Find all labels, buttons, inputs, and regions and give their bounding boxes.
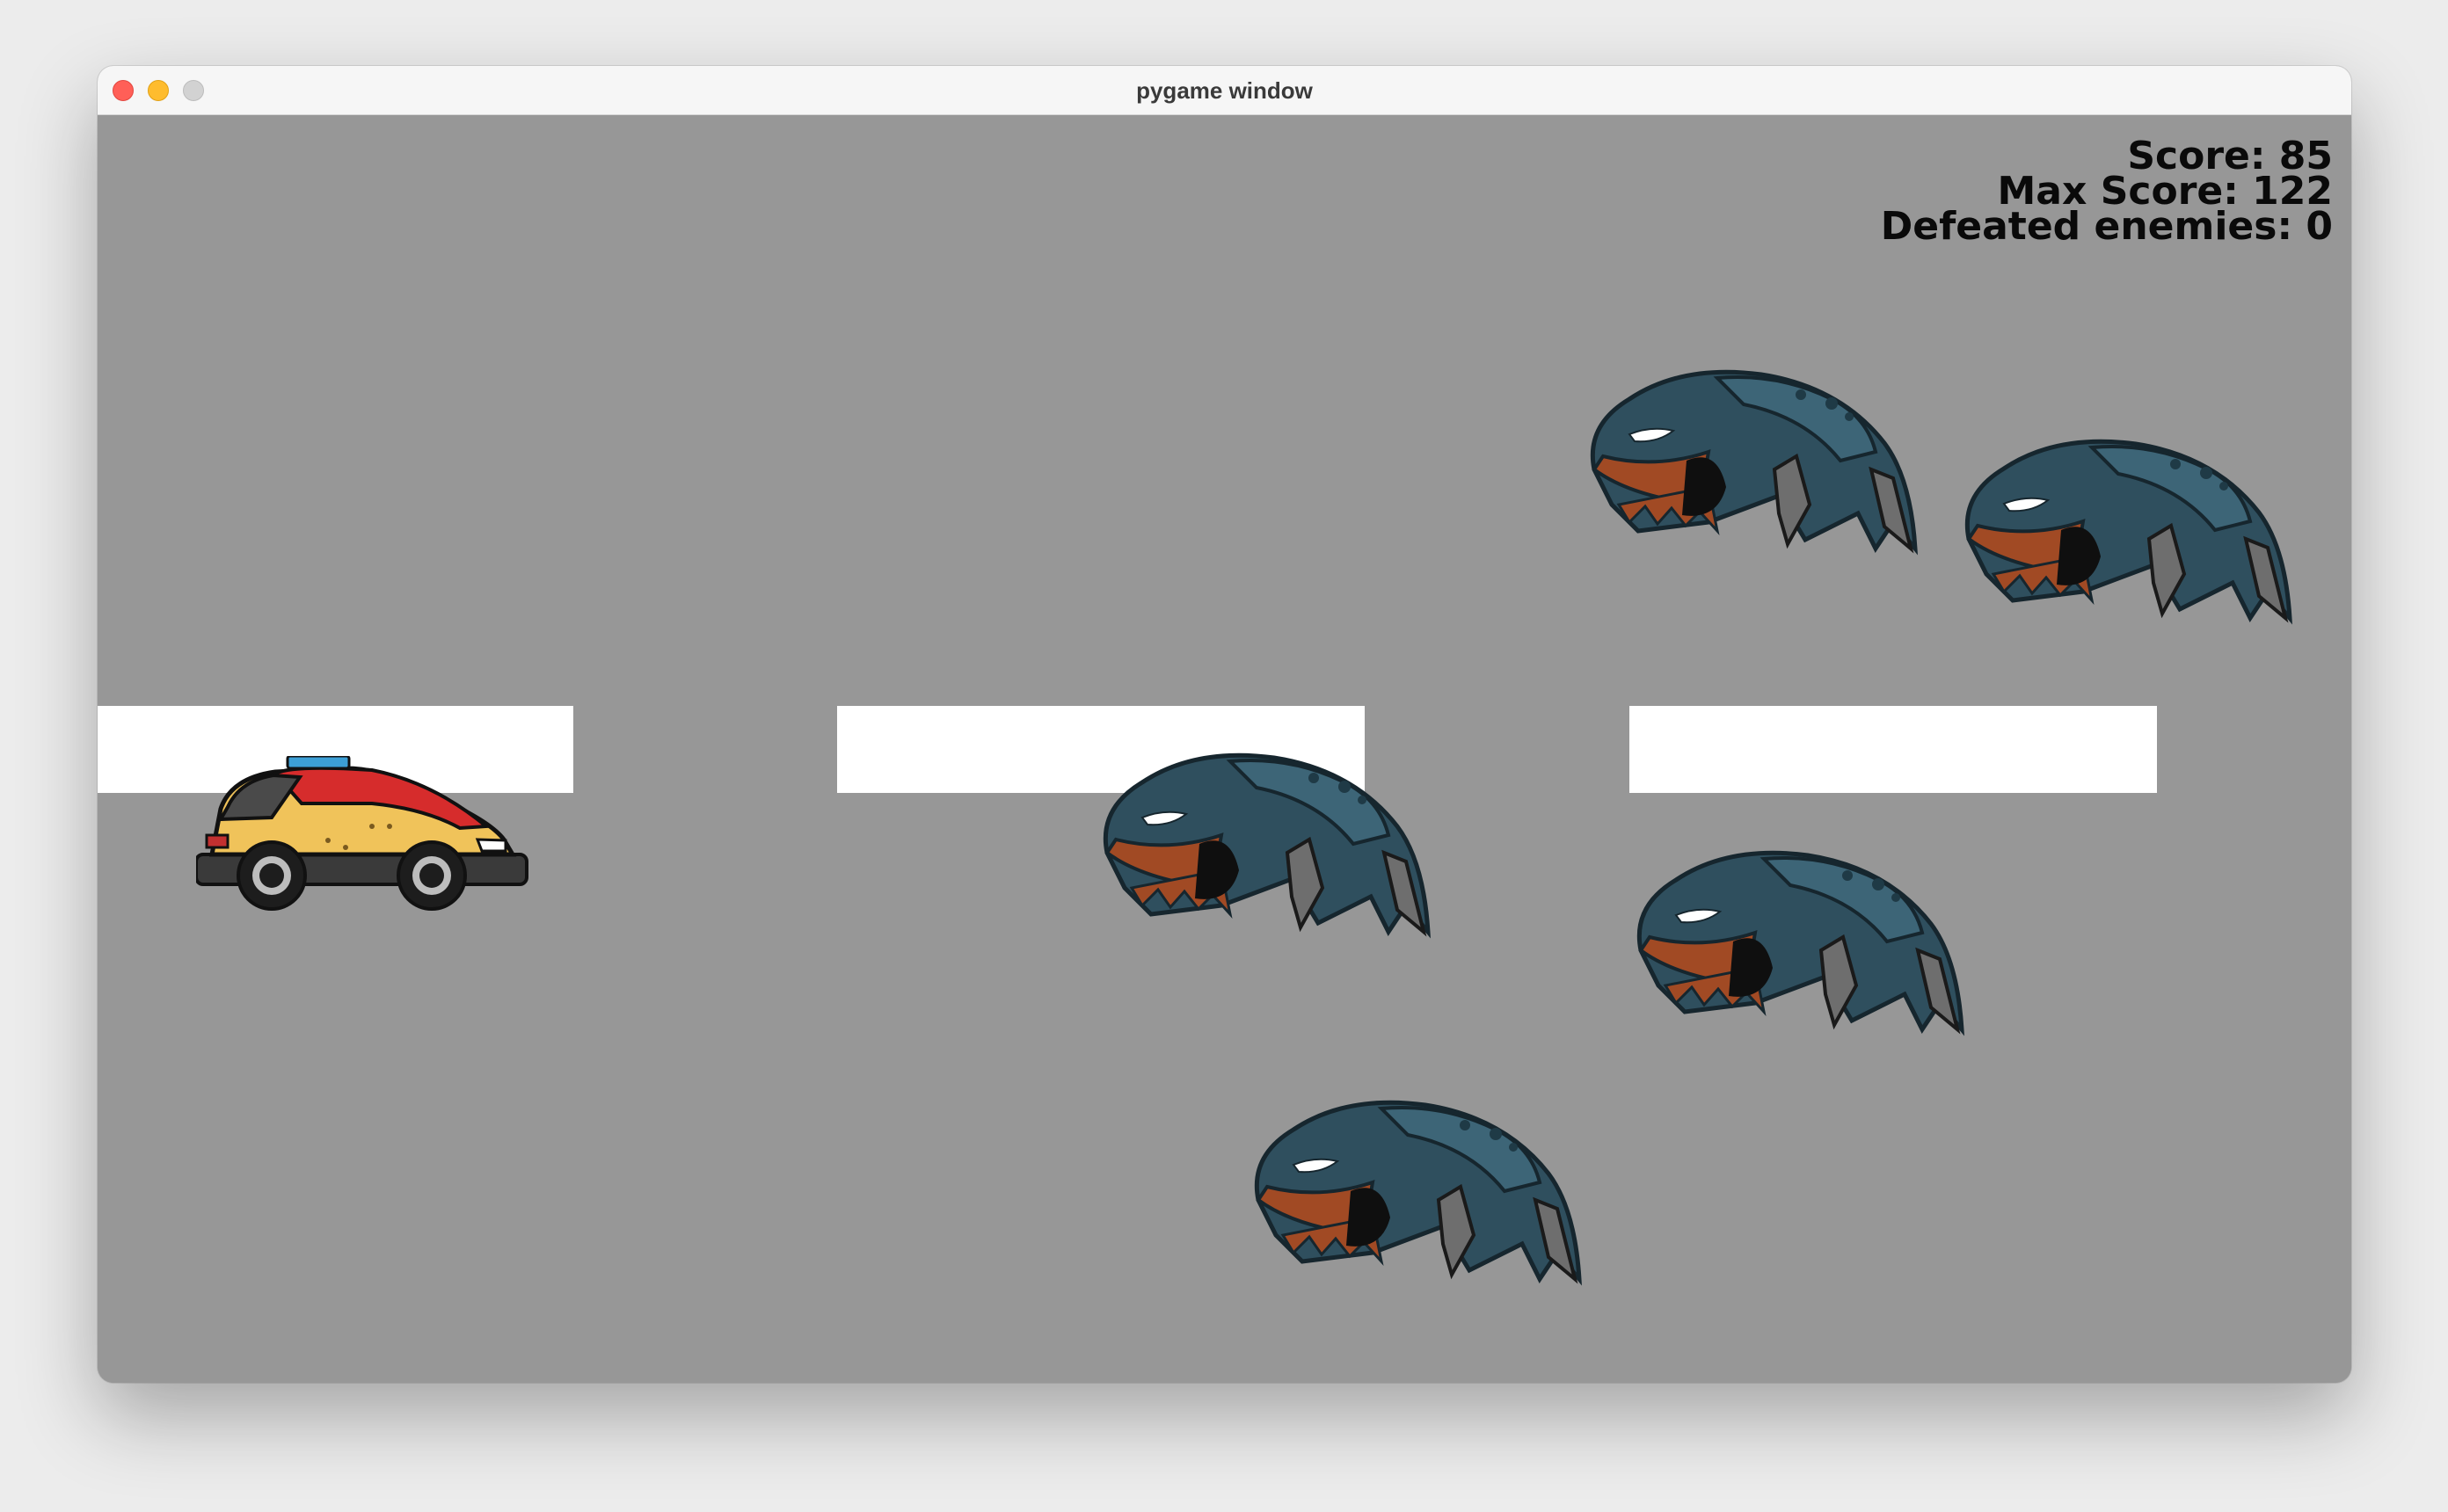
title-bar[interactable]: pygame window xyxy=(98,66,2351,115)
platform-right xyxy=(1629,706,2157,793)
defeated-enemies-label: Defeated enemies: 0 xyxy=(1880,204,2333,249)
enemy-monster xyxy=(1103,752,1431,939)
game-canvas[interactable]: Score: 85 Max Score: 122 Defeated enemie… xyxy=(98,116,2351,1383)
enemy-monster xyxy=(1636,850,1964,1036)
enemy-monster xyxy=(1964,439,2292,625)
score-hud: Score: 85 Max Score: 122 Defeated enemie… xyxy=(1880,137,2333,249)
enemy-monster xyxy=(1590,369,1918,556)
player-car xyxy=(196,756,528,911)
desktop: pygame window Score: 85 Max Score: 122 D… xyxy=(0,0,2448,1512)
pygame-window: pygame window Score: 85 Max Score: 122 D… xyxy=(98,66,2351,1383)
enemy-monster xyxy=(1254,1100,1582,1286)
window-title: pygame window xyxy=(1136,77,1313,104)
